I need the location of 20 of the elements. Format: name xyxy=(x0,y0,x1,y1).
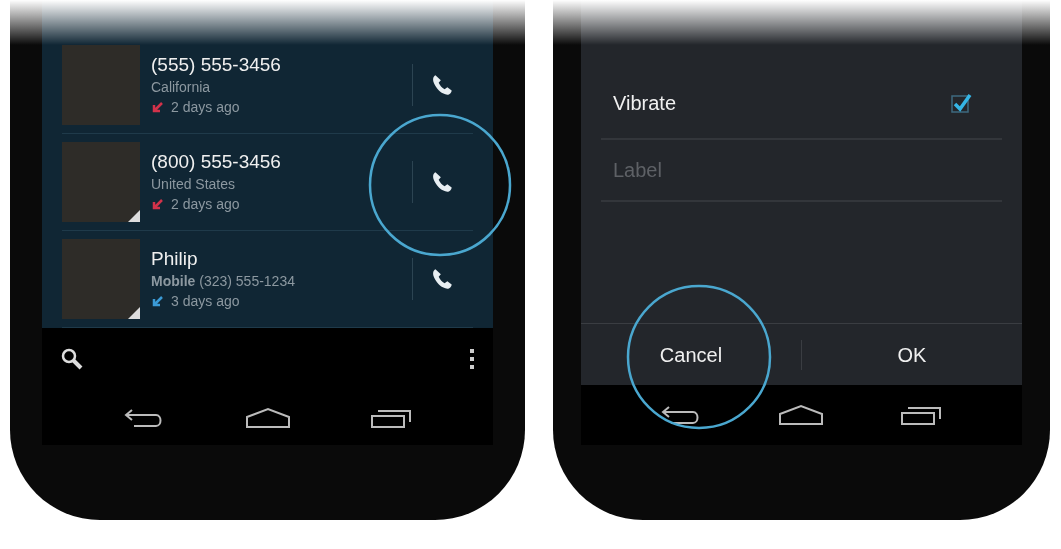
option-label: Vibrate xyxy=(613,91,676,116)
caller-detail: United States xyxy=(151,175,237,194)
call-time: 2 days ago xyxy=(171,195,240,214)
caller-detail: California xyxy=(151,78,212,97)
caller-name: (555) 555-3456 xyxy=(151,53,282,77)
caller-name: Philip xyxy=(151,247,199,271)
search-icon[interactable] xyxy=(60,347,84,371)
overflow-menu-icon[interactable] xyxy=(469,347,475,371)
corner-triangle-icon xyxy=(128,307,140,319)
checkbox[interactable] xyxy=(950,92,972,114)
label-field[interactable]: Label xyxy=(601,155,1002,185)
dialog-button[interactable]: OK xyxy=(802,324,1022,385)
caller-detail: Mobile (323) 555-1234 xyxy=(151,272,296,291)
caller-name: (800) 555-3456 xyxy=(151,150,282,174)
call-time: 2 days ago xyxy=(171,98,240,117)
dialog-button[interactable]: Cancel xyxy=(581,324,801,385)
call-time: 3 days ago xyxy=(171,292,240,311)
home-icon[interactable] xyxy=(244,406,291,429)
corner-triangle-icon xyxy=(128,210,140,222)
home-icon[interactable] xyxy=(778,404,825,426)
